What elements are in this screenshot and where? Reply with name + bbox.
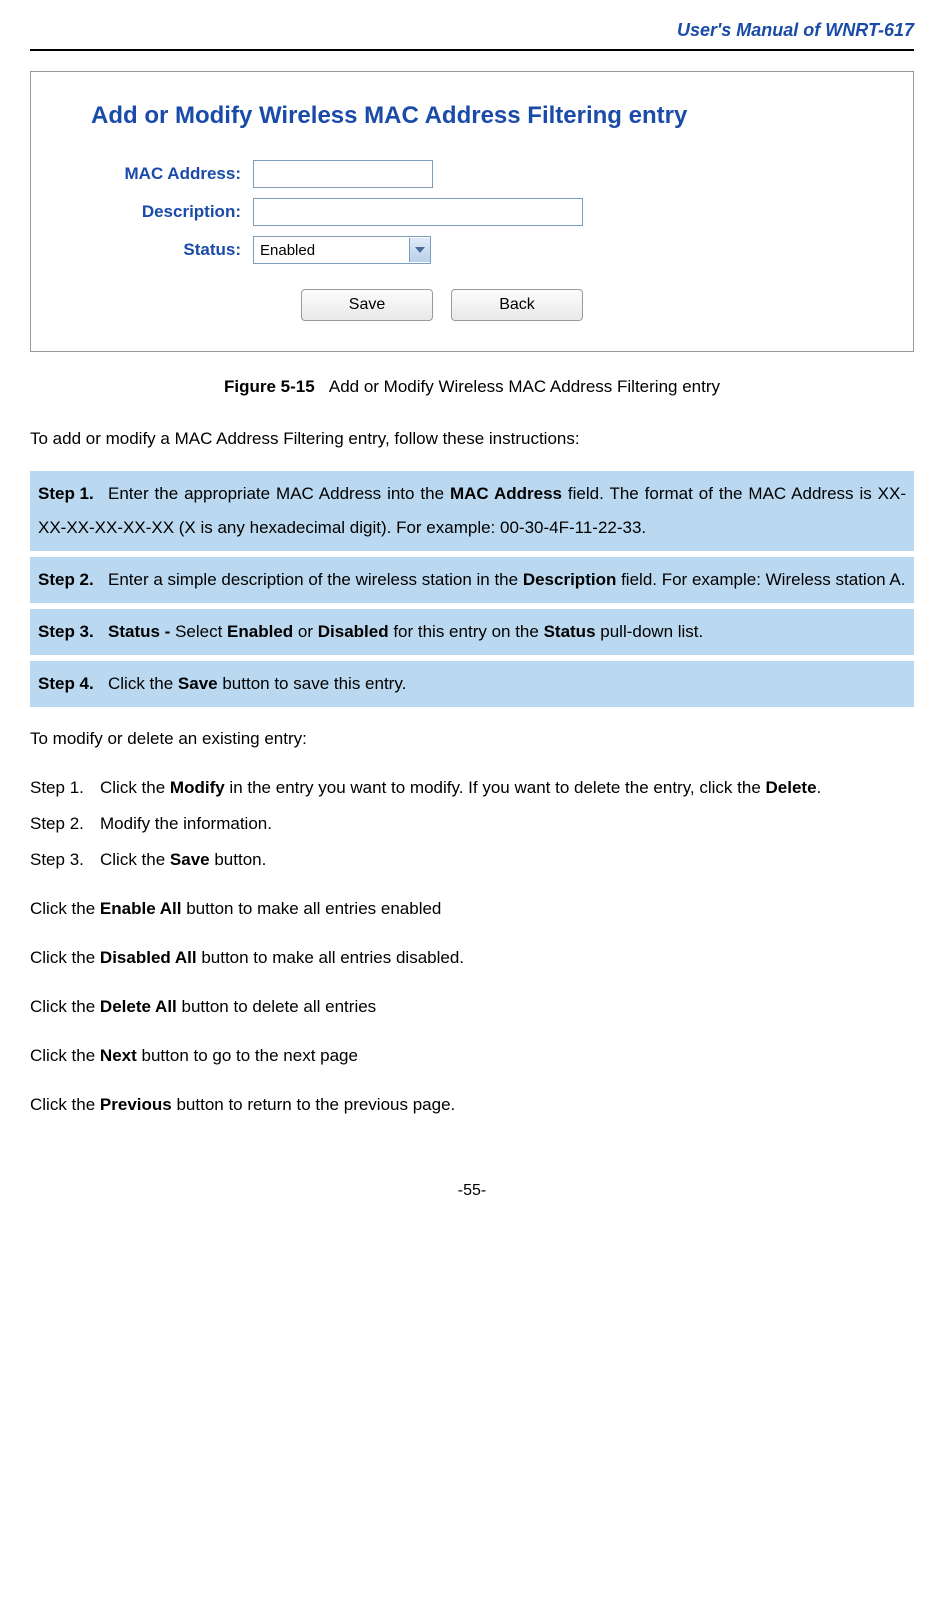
step-label: Step 1. [38,477,108,511]
modify-step: Step 3.Click the Save button. [30,843,914,877]
form-title: Add or Modify Wireless MAC Address Filte… [91,102,853,130]
status-select[interactable]: Enabled [253,236,431,264]
step-block: Step 4.Click the Save button to save thi… [30,661,914,707]
label-description: Description: [91,202,253,222]
row-status: Status: Enabled [91,236,853,264]
caption-text: Add or Modify Wireless MAC Address Filte… [329,377,720,396]
bottom-line: Click the Previous button to return to t… [30,1088,914,1122]
bottom-line: Click the Enable All button to make all … [30,892,914,926]
chevron-down-icon [409,238,430,262]
label-status: Status: [91,240,253,260]
bottom-line: Click the Disabled All button to make al… [30,941,914,975]
description-input[interactable] [253,198,583,226]
step-block: Step 3.Status - Select Enabled or Disabl… [30,609,914,655]
step-label: Step 2. [38,563,108,597]
row-mac: MAC Address: [91,160,853,188]
modify-intro: To modify or delete an existing entry: [30,722,914,756]
bottom-line: Click the Delete All button to delete al… [30,990,914,1024]
step-block: Step 1.Enter the appropriate MAC Address… [30,471,914,551]
modify-step: Step 1.Click the Modify in the entry you… [30,771,914,805]
modify-step: Step 2.Modify the information. [30,807,914,841]
bottom-lines-container: Click the Enable All button to make all … [30,892,914,1122]
caption-number: Figure 5-15 [224,377,315,396]
row-description: Description: [91,198,853,226]
label-mac: MAC Address: [91,164,253,184]
step-label: Step 4. [38,667,108,701]
figure-box: Add or Modify Wireless MAC Address Filte… [30,71,914,352]
steps-container: Step 1.Enter the appropriate MAC Address… [30,471,914,707]
step-block: Step 2.Enter a simple description of the… [30,557,914,603]
modify-step-label: Step 2. [30,807,100,841]
mac-address-input[interactable] [253,160,433,188]
bottom-line: Click the Next button to go to the next … [30,1039,914,1073]
button-row: Save Back [301,289,853,321]
modify-step-label: Step 3. [30,843,100,877]
figure-caption: Figure 5-15 Add or Modify Wireless MAC A… [30,377,914,397]
page-number: -55- [30,1182,914,1200]
modify-step-label: Step 1. [30,771,100,805]
page-header: User's Manual of WNRT-617 [30,20,914,51]
back-button[interactable]: Back [451,289,583,321]
status-select-value: Enabled [260,242,315,259]
intro-text: To add or modify a MAC Address Filtering… [30,422,914,456]
step-label: Step 3. [38,615,108,649]
modify-steps-container: Step 1.Click the Modify in the entry you… [30,771,914,877]
save-button[interactable]: Save [301,289,433,321]
